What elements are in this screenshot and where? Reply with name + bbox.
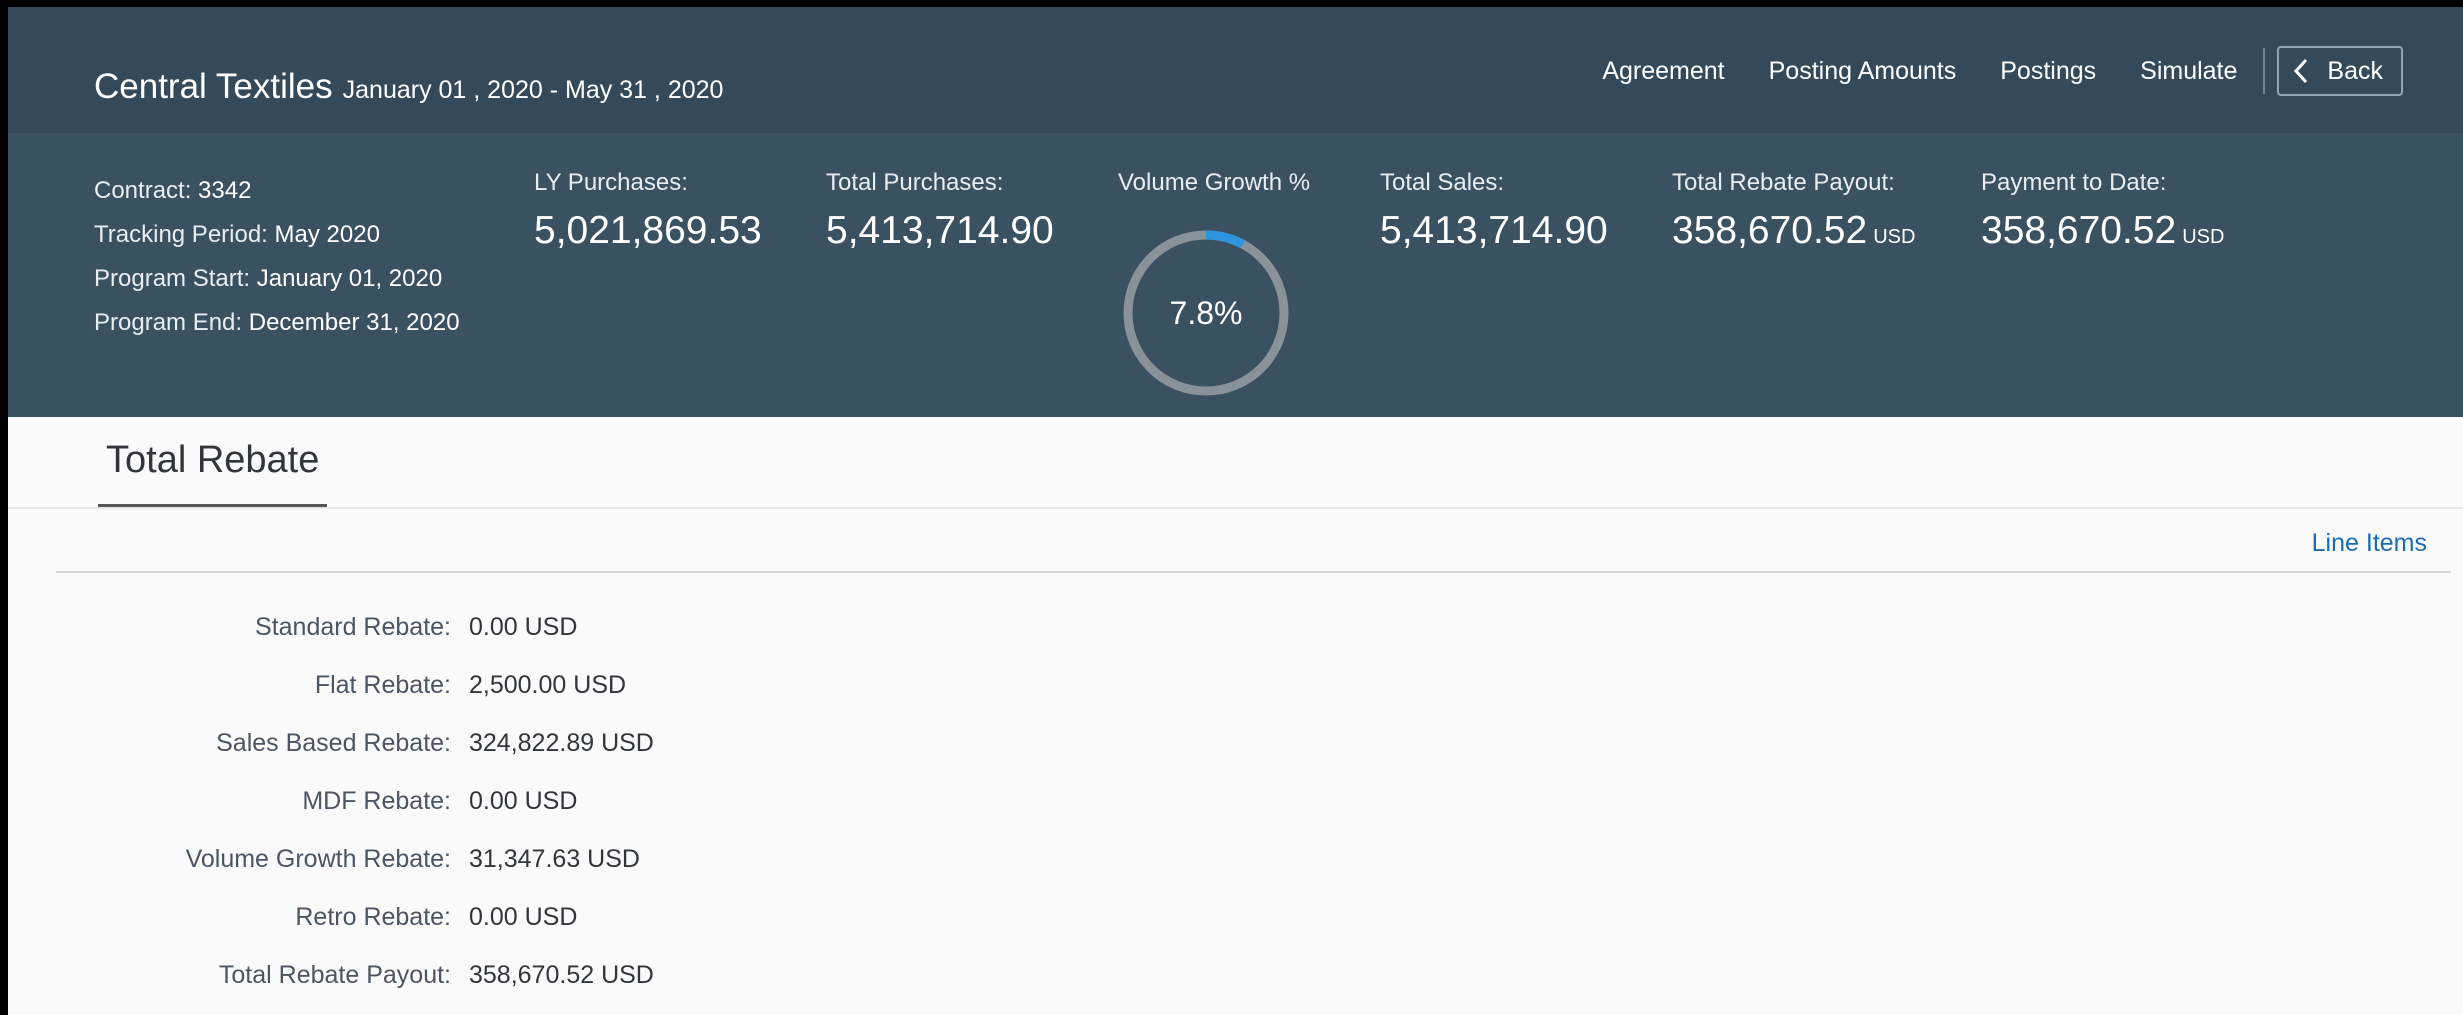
date-range: January 01 , 2020 - May 31 , 2020 [342, 76, 724, 104]
kpi-area: Contract: 3342 Tracking Period: May 2020… [8, 133, 2463, 417]
title-bar: Central Textiles January 01 , 2020 - May … [8, 7, 2463, 133]
rebate-row-retro: Retro Rebate: 0.00 USD [295, 902, 578, 931]
program-start-row: Program Start: January 01, 2020 [94, 265, 443, 292]
nav-agreement[interactable]: Agreement [1602, 57, 1724, 86]
nav-divider [2263, 48, 2266, 94]
chevron-left-icon [2294, 58, 2308, 84]
rebate-row-sales-based: Sales Based Rebate: 324,822.89 USD [216, 728, 654, 757]
object-header: Central Textiles January 01 , 2020 - May … [8, 7, 2463, 417]
section-divider [56, 571, 2451, 573]
tab-total-rebate[interactable]: Total Rebate [98, 439, 328, 507]
kpi-total-sales: Total Sales: 5,413,714.90 [1380, 169, 1608, 252]
nav-posting-amounts[interactable]: Posting Amounts [1769, 57, 1957, 86]
kpi-total-purchases: Total Purchases: 5,413,714.90 [826, 169, 1054, 252]
company-name: Central Textiles [94, 67, 333, 106]
kpi-volume-growth: Volume Growth % [1118, 169, 1311, 196]
tracking-period-row: Tracking Period: May 2020 [94, 221, 380, 248]
kpi-ly-purchases: LY Purchases: 5,021,869.53 [534, 169, 762, 252]
contract-info: Contract: 3342 Tracking Period: May 2020… [94, 169, 460, 345]
rebate-row-mdf: MDF Rebate: 0.00 USD [302, 786, 578, 815]
program-end-row: Program End: December 31, 2020 [94, 309, 460, 336]
rebate-row-standard: Standard Rebate: 0.00 USD [255, 612, 578, 641]
rebate-row-volume-growth: Volume Growth Rebate: 31,347.63 USD [185, 844, 640, 873]
nav-simulate[interactable]: Simulate [2140, 57, 2237, 86]
page-title: Central Textiles January 01 , 2020 - May … [94, 67, 723, 107]
kpi-total-rebate-payout: Total Rebate Payout: 358,670.52 USD [1672, 169, 1916, 252]
rebate-row-total-payout: Total Rebate Payout: 358,670.52 USD [218, 960, 654, 989]
contract-row: Contract: 3342 [94, 177, 252, 204]
line-items-link[interactable]: Line Items [2312, 529, 2427, 558]
header-nav: Agreement Posting Amounts Postings Simul… [1558, 45, 2403, 97]
kpi-payment-to-date: Payment to Date: 358,670.52 USD [1981, 169, 2225, 252]
back-button[interactable]: Back [2277, 46, 2403, 96]
volume-growth-value: 7.8% [1169, 294, 1243, 331]
nav-postings[interactable]: Postings [2000, 57, 2096, 86]
rebate-row-flat: Flat Rebate: 2,500.00 USD [314, 670, 627, 699]
back-button-label: Back [2327, 56, 2383, 85]
app-frame: Central Textiles January 01 , 2020 - May … [8, 7, 2463, 1015]
tab-bar: Total Rebate [8, 417, 2463, 509]
